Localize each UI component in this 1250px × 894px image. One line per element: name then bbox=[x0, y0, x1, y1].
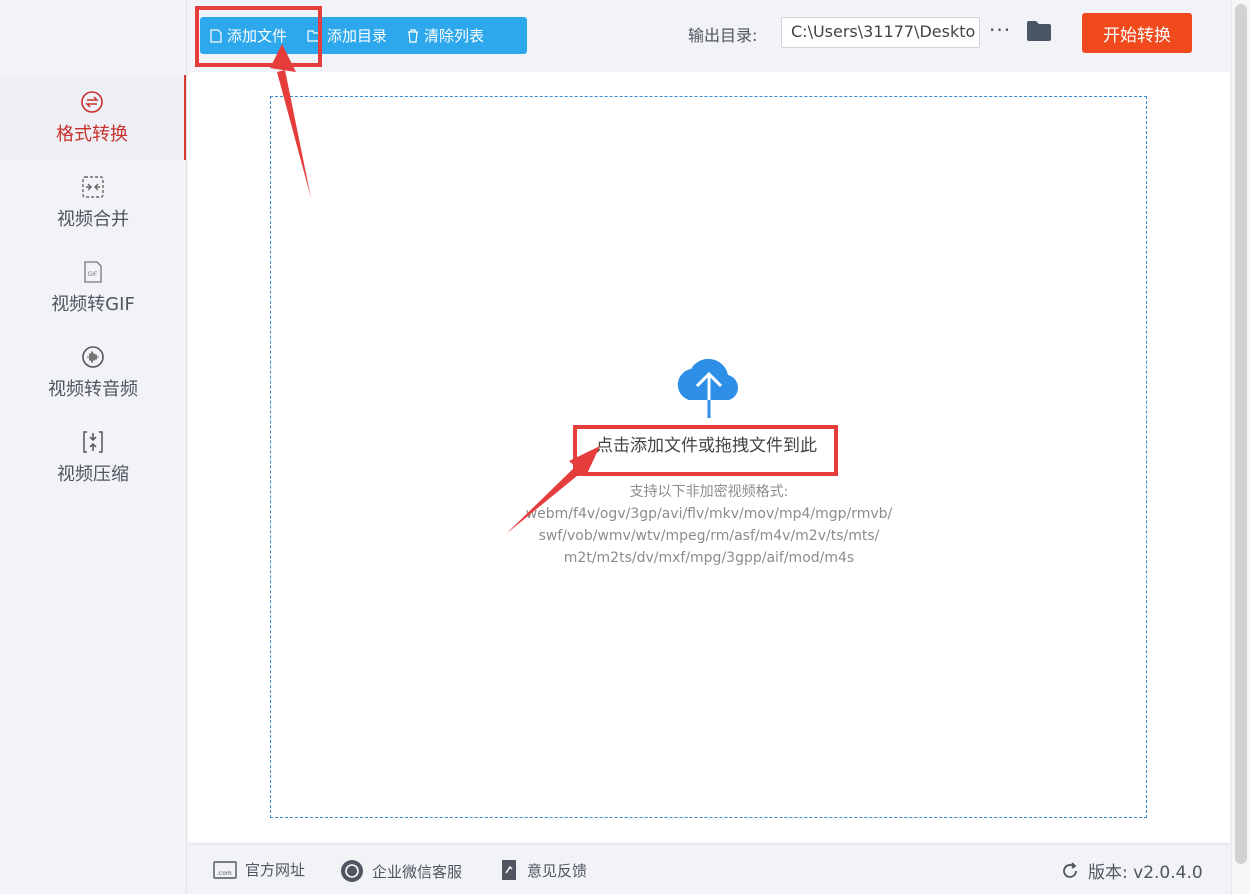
official-website-label: 官方网址 bbox=[245, 861, 306, 879]
wechat-support-label: 企业微信客服 bbox=[372, 862, 463, 881]
wechat-icon bbox=[341, 860, 363, 882]
scrollbar-thumb[interactable] bbox=[1235, 4, 1247, 864]
feedback-icon bbox=[502, 860, 516, 880]
wechat-support-link[interactable]: 企业微信客服 bbox=[340, 859, 462, 883]
version-label: 版本: v2.0.4.0 bbox=[1088, 863, 1203, 883]
refresh-icon bbox=[1063, 861, 1077, 878]
feedback-link[interactable]: 意见反馈 bbox=[499, 859, 587, 881]
annotation-arrows bbox=[270, 44, 600, 534]
feedback-label: 意见反馈 bbox=[527, 861, 588, 880]
website-icon: .com bbox=[213, 860, 237, 879]
scrollbar[interactable] bbox=[1231, 0, 1250, 894]
svg-text:.com: .com bbox=[217, 870, 232, 877]
annotation-arrow-up bbox=[270, 44, 311, 198]
official-website-link[interactable]: .com 官方网址 bbox=[213, 859, 305, 880]
version-info[interactable]: 版本: v2.0.4.0 bbox=[1060, 858, 1203, 883]
annotation-arrow-right bbox=[506, 446, 600, 534]
